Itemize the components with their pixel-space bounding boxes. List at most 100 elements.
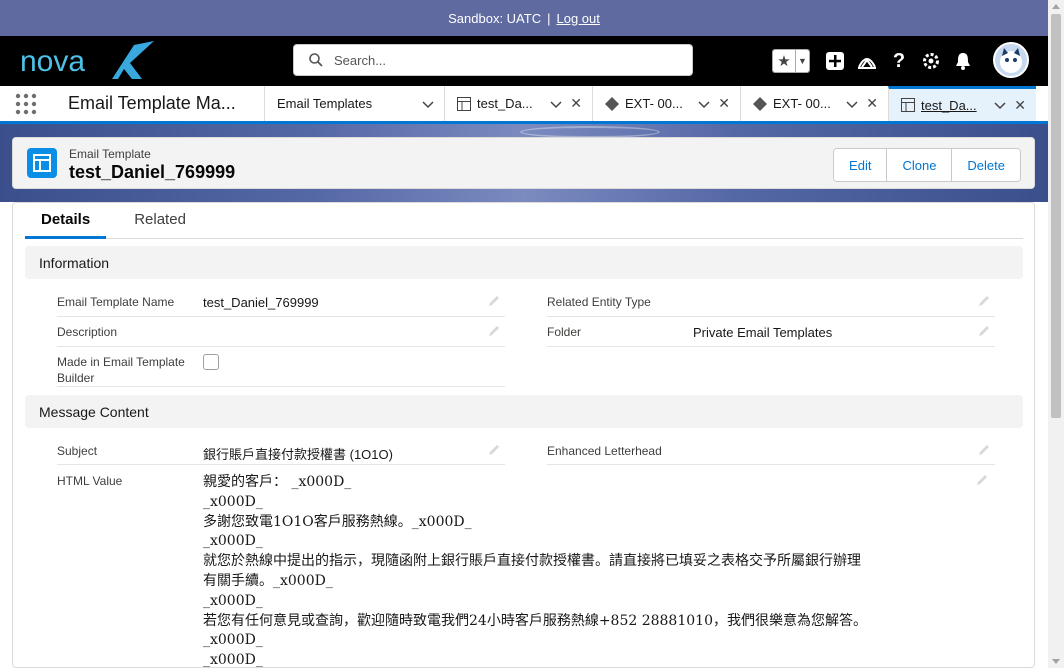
tab-ext-1[interactable]: EXT- 00... ✕ xyxy=(592,86,740,121)
search-input[interactable] xyxy=(334,52,674,68)
tab-label: test_Da... xyxy=(477,96,533,111)
html-line: _x000D_ xyxy=(203,533,263,550)
header-utility-icons: ★ ▼ ? xyxy=(772,46,984,76)
diamond-icon xyxy=(605,96,619,111)
favorites-star-icon[interactable]: ★ xyxy=(773,50,795,72)
edit-pencil-icon[interactable] xyxy=(487,294,501,308)
record-type-label: Email Template xyxy=(69,147,151,161)
chevron-down-icon xyxy=(422,100,434,108)
record-actions: Edit Clone Delete xyxy=(833,148,1021,182)
page-scrollbar[interactable] xyxy=(1048,0,1064,668)
email-template-icon xyxy=(901,98,915,112)
field-folder: Folder Private Email Templates xyxy=(547,324,995,347)
field-value: 銀行賬戶直接付款授權書 (1O1O) xyxy=(203,447,393,462)
tab-email-templates[interactable]: Email Templates xyxy=(264,86,404,121)
tab-label: Email Templates xyxy=(277,96,373,111)
edit-pencil-icon[interactable] xyxy=(487,324,501,338)
html-line: 就您於熱線中提出的指示，現隨函附上銀行賬戶直接付款授權書。請直接將已填妥之表格交… xyxy=(203,553,861,570)
edit-pencil-icon[interactable] xyxy=(977,324,991,338)
favorites-control[interactable]: ★ ▼ xyxy=(772,49,810,73)
tab-ext-2[interactable]: EXT- 00... ✕ xyxy=(740,86,888,121)
html-line: _x000D_ xyxy=(203,632,263,649)
trailhead-icon[interactable] xyxy=(856,50,878,72)
tab-label: test_Da... xyxy=(921,97,977,113)
logout-link[interactable]: Log out xyxy=(556,11,599,26)
user-avatar[interactable] xyxy=(993,42,1029,78)
field-label: Folder xyxy=(547,325,582,339)
search-icon xyxy=(309,53,323,67)
html-line: 親愛的客戶： _x000D_ xyxy=(203,474,352,490)
close-tab-icon[interactable]: ✕ xyxy=(570,95,582,112)
chevron-down-icon[interactable] xyxy=(846,98,858,110)
tab-label: EXT- 00... xyxy=(773,96,831,111)
field-label: Related Entity Type xyxy=(547,295,651,309)
field-label: Enhanced Letterhead xyxy=(547,444,662,458)
html-line: 有關手續。_x000D_ xyxy=(203,572,333,589)
global-search[interactable] xyxy=(293,44,693,76)
scrollbar-thumb[interactable] xyxy=(1051,14,1061,418)
chevron-down-icon[interactable] xyxy=(994,99,1006,111)
field-label: Email Template Name xyxy=(57,295,175,309)
builder-checkbox xyxy=(203,354,219,370)
email-template-icon xyxy=(457,96,471,111)
app-name: Email Template Ma... xyxy=(68,93,236,113)
sandbox-separator: | xyxy=(547,10,551,26)
app-launcher-icon[interactable] xyxy=(0,86,52,121)
email-template-record-icon xyxy=(27,148,57,178)
chevron-down-icon[interactable] xyxy=(698,98,710,110)
record-header: Email Template test_Daniel_769999 Edit C… xyxy=(12,137,1035,189)
tab-label: EXT- 00... xyxy=(625,96,683,111)
edit-pencil-icon[interactable] xyxy=(977,294,991,308)
section-information-header[interactable]: Information xyxy=(25,246,1023,279)
edit-pencil-icon[interactable] xyxy=(487,443,501,457)
workspace-tab-bar: Email Template Ma... Email Templates tes… xyxy=(0,86,1048,124)
field-label: Made in Email Template Builder xyxy=(57,355,185,385)
tab-test-daniel-active[interactable]: test_Da... ✕ xyxy=(888,86,1036,121)
notifications-bell-icon[interactable] xyxy=(952,50,974,72)
help-icon[interactable]: ? xyxy=(888,50,910,72)
html-line: _x000D_ xyxy=(203,493,263,510)
field-description: Description xyxy=(57,324,505,347)
record-title: test_Daniel_769999 xyxy=(69,162,236,182)
tab-email-templates-menu[interactable] xyxy=(404,86,444,121)
delete-button[interactable]: Delete xyxy=(951,149,1020,181)
scroll-up-arrow-icon[interactable] xyxy=(1052,4,1060,9)
field-email-template-name: Email Template Name test_Daniel_769999 xyxy=(57,294,505,317)
clone-button[interactable]: Clone xyxy=(886,149,952,181)
record-detail-card: Details Related Information Email Templa… xyxy=(12,202,1035,668)
field-label: Description xyxy=(57,325,118,339)
close-tab-icon[interactable]: ✕ xyxy=(718,95,730,112)
field-label-html-value: HTML Value xyxy=(57,474,123,488)
html-line: 多謝您致電1O1O客戶服務熱線。_x000D_ xyxy=(203,513,472,530)
logo-x-mark xyxy=(112,41,154,79)
tab-related[interactable]: Related xyxy=(118,211,202,239)
edit-button[interactable]: Edit xyxy=(834,149,887,181)
field-value: Private Email Templates xyxy=(693,325,833,340)
html-value-content: 親愛的客戶： _x000D_ _x000D_ 多謝您致電1O1O客戶服務熱線。_… xyxy=(203,473,973,668)
scroll-down-arrow-icon[interactable] xyxy=(1052,659,1060,664)
novax-logo[interactable]: nova xyxy=(18,39,158,83)
sandbox-bar: Sandbox: UATC | Log out xyxy=(0,0,1048,36)
field-subject: Subject 銀行賬戶直接付款授權書 (1O1O) xyxy=(57,443,505,465)
setup-gear-icon[interactable] xyxy=(920,50,942,72)
field-enhanced-letterhead: Enhanced Letterhead xyxy=(547,443,995,465)
global-actions-plus-icon[interactable] xyxy=(824,50,846,72)
edit-pencil-icon[interactable] xyxy=(977,443,991,457)
edit-pencil-icon[interactable] xyxy=(975,473,989,487)
field-value: test_Daniel_769999 xyxy=(203,295,319,310)
html-line: 若您有任何意見或查詢，歡迎隨時致電我們24小時客戶服務熱線+852 288810… xyxy=(203,612,867,629)
tab-test-daniel-1[interactable]: test_Da... ✕ xyxy=(444,86,592,121)
global-header: nova ★ ▼ ? xyxy=(0,36,1048,86)
section-message-content-header[interactable]: Message Content xyxy=(25,395,1023,428)
diamond-icon xyxy=(753,96,767,111)
tab-details[interactable]: Details xyxy=(25,211,107,239)
chevron-down-icon[interactable] xyxy=(550,98,562,110)
favorites-dropdown-icon[interactable]: ▼ xyxy=(795,50,809,72)
close-tab-icon[interactable]: ✕ xyxy=(866,95,878,112)
html-line: _x000D_ xyxy=(203,592,263,609)
field-label: Subject xyxy=(57,444,98,458)
record-subtabs: Details Related xyxy=(25,211,1023,239)
sandbox-label: Sandbox: UATC xyxy=(448,10,542,26)
close-tab-icon[interactable]: ✕ xyxy=(1014,97,1026,114)
html-line: _x000D_ xyxy=(203,652,263,668)
